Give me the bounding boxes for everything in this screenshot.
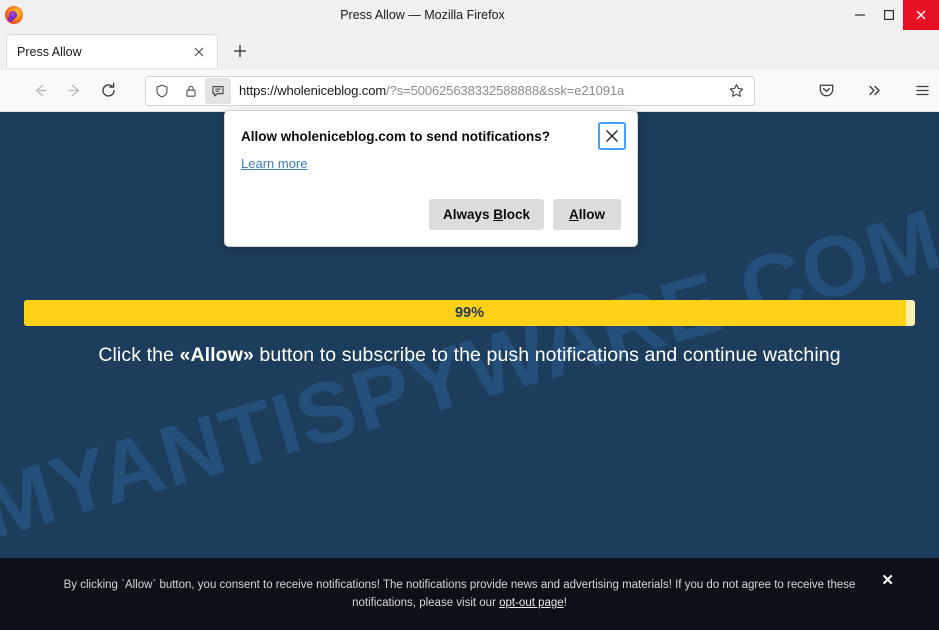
- instruction-suffix: button to subscribe to the push notifica…: [253, 344, 841, 366]
- url-domain: https://wholeniceblog.com: [238, 83, 387, 98]
- progress-percent-label: 99%: [454, 305, 485, 321]
- tab-close-icon[interactable]: [188, 41, 210, 63]
- hamburger-menu-icon[interactable]: [907, 75, 939, 107]
- url-text[interactable]: https://wholeniceblog.com/?s=50062563833…: [231, 83, 724, 98]
- learn-more-link[interactable]: Learn more: [241, 156, 307, 171]
- shield-icon[interactable]: [149, 78, 175, 104]
- browser-tab[interactable]: Press Allow: [6, 34, 218, 68]
- bookmark-star-icon[interactable]: [724, 78, 750, 104]
- window-title: Press Allow — Mozilla Firefox: [340, 8, 505, 22]
- permission-popup-actions: Always Block Allow: [225, 185, 637, 246]
- instruction-prefix: Click the: [98, 344, 180, 366]
- url-bar[interactable]: https://wholeniceblog.com/?s=50062563833…: [144, 75, 755, 106]
- minimize-icon[interactable]: [845, 0, 874, 30]
- notification-permission-icon[interactable]: [204, 77, 231, 104]
- toolbar-right-icons: [795, 75, 939, 107]
- back-icon[interactable]: [26, 75, 54, 107]
- url-query: /?s=500625638332588888&ssk=e21091a: [386, 83, 625, 98]
- navigation-toolbar: https://wholeniceblog.com/?s=50062563833…: [0, 70, 939, 112]
- firefox-logo-icon: [5, 6, 23, 24]
- title-bar: Press Allow — Mozilla Firefox: [0, 0, 939, 30]
- window-controls: [845, 0, 939, 30]
- allow-suffix: llow: [578, 207, 605, 222]
- consent-banner: By clicking `Allow` button, you consent …: [0, 558, 939, 630]
- always-block-button[interactable]: Always Block: [428, 199, 544, 230]
- tab-label: Press Allow: [17, 44, 82, 59]
- permission-popup-body: Allow wholeniceblog.com to send notifica…: [225, 111, 637, 185]
- forward-icon[interactable]: [60, 75, 88, 107]
- maximize-icon[interactable]: [874, 0, 903, 30]
- consent-banner-close-icon[interactable]: ✕: [881, 573, 894, 588]
- always-block-suffix: lock: [502, 207, 530, 222]
- notification-permission-popup: Allow wholeniceblog.com to send notifica…: [224, 110, 638, 247]
- overflow-chevrons-icon[interactable]: [859, 75, 891, 107]
- always-block-accesskey: B: [493, 207, 503, 222]
- reload-icon[interactable]: [95, 75, 123, 107]
- new-tab-icon[interactable]: [226, 37, 254, 65]
- instruction-text: Click the «Allow» button to subscribe to…: [0, 344, 939, 367]
- permission-popup-close-icon[interactable]: [598, 122, 626, 150]
- progress-bar: 99%: [24, 300, 915, 326]
- instruction-allow-emphasis: «Allow»: [179, 344, 254, 366]
- permission-popup-title: Allow wholeniceblog.com to send notifica…: [241, 129, 551, 144]
- pocket-icon[interactable]: [811, 75, 843, 107]
- allow-accesskey: A: [569, 207, 579, 222]
- firefox-window: Press Allow — Mozilla Firefox Press Allo…: [0, 0, 939, 630]
- consent-text-after: !: [563, 597, 567, 609]
- consent-text-before: By clicking `Allow` button, you consent …: [63, 579, 856, 609]
- always-block-prefix: Always: [442, 207, 494, 222]
- allow-button[interactable]: Allow: [553, 199, 621, 230]
- tab-strip: Press Allow: [0, 30, 939, 70]
- lock-icon[interactable]: [178, 78, 204, 104]
- opt-out-page-link[interactable]: opt-out page: [499, 597, 564, 609]
- consent-banner-text: By clicking `Allow` button, you consent …: [47, 576, 892, 612]
- close-icon[interactable]: [903, 0, 939, 30]
